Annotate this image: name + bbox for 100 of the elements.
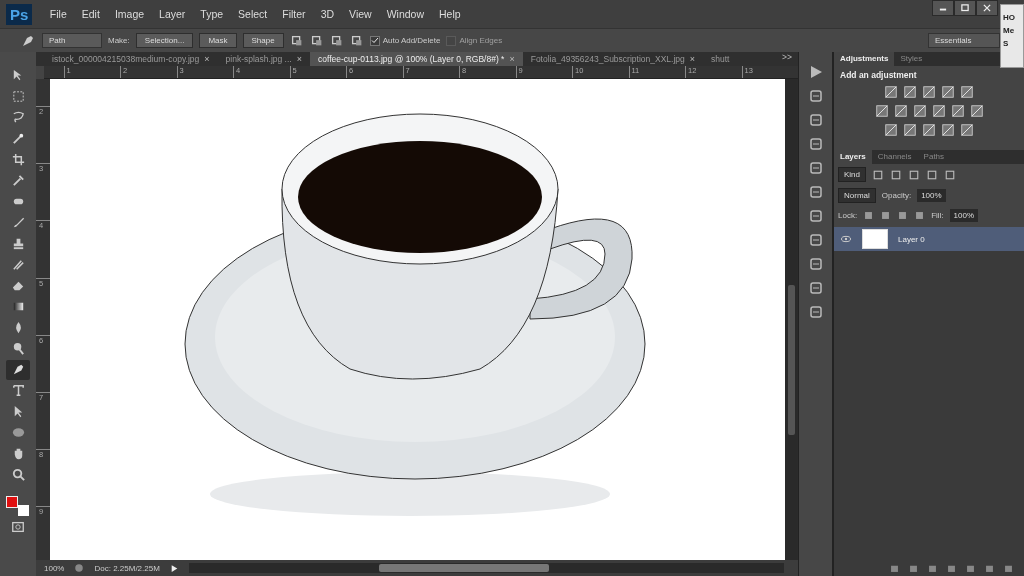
adjustment-icon[interactable] (941, 85, 955, 99)
magic-wand-icon (10, 131, 26, 147)
document-tab[interactable]: Fotolia_49356243_Subscription_XXL.jpg × (522, 52, 703, 66)
horizontal-scrollbar[interactable] (188, 563, 784, 573)
lock-option-icon[interactable] (914, 210, 926, 221)
quick-mask-icon[interactable] (11, 519, 25, 534)
adjustment-icon[interactable] (903, 123, 917, 137)
blend-mode-dropdown[interactable]: Normal (838, 188, 876, 203)
background-color-swatch[interactable] (18, 505, 29, 516)
path-arrangement-icon[interactable] (329, 33, 344, 48)
adjustment-icon[interactable] (903, 85, 917, 99)
checkbox-label: Align Edges (459, 36, 503, 45)
check-icon (370, 36, 379, 45)
adjustment-icon[interactable] (922, 85, 936, 99)
foreground-color-swatch[interactable] (6, 496, 18, 508)
zoom-level: 100% (44, 563, 65, 573)
adjustment-icon[interactable] (941, 123, 955, 137)
lock-option-icon[interactable] (863, 210, 875, 221)
maximize-icon (960, 3, 970, 13)
menu-item[interactable]: File (42, 8, 75, 20)
menu-item[interactable]: Help (431, 8, 469, 20)
adjustment-icon[interactable] (874, 104, 889, 118)
make-label: Make: (108, 36, 130, 45)
adjustment-icon[interactable] (884, 123, 898, 137)
path-alignment-icon[interactable] (309, 33, 324, 48)
fill-field[interactable]: 100% (949, 209, 979, 222)
lock-option-icon[interactable] (897, 210, 909, 221)
filter-icon[interactable] (926, 168, 938, 181)
lock-option-icon[interactable] (880, 210, 892, 221)
close-tab-icon[interactable]: × (296, 54, 302, 64)
eyedropper-icon (10, 173, 26, 189)
tabs-overflow-button[interactable]: >> (776, 52, 798, 66)
panel-tab[interactable]: Styles (894, 52, 929, 66)
checkbox-label: Auto Add/Delete (382, 36, 441, 45)
adjustment-icon[interactable] (969, 104, 984, 118)
marquee-tool-icon (10, 89, 26, 105)
checkbox[interactable] (369, 35, 380, 46)
document-size: Doc: 2.25M/2.25M (94, 563, 160, 573)
adjustment-icon[interactable] (950, 104, 965, 118)
menu-item[interactable]: Filter (274, 8, 314, 20)
layer-row[interactable]: Layer 0 (834, 227, 1024, 251)
document-tab[interactable]: istock_000004215038medium-copy.jpg × (44, 52, 218, 66)
panel-tab[interactable]: Adjustments (834, 52, 895, 66)
close-tab-icon[interactable]: × (689, 54, 695, 64)
type-icon (10, 383, 26, 399)
workspace-dropdown[interactable]: Essentials (928, 33, 1000, 48)
filter-icon[interactable] (944, 168, 956, 181)
opacity-label: Opacity: (881, 191, 912, 200)
maximize-button[interactable] (954, 0, 976, 16)
adjustment-icon[interactable] (960, 123, 974, 137)
scroll-thumb[interactable] (378, 564, 549, 572)
filter-icon[interactable] (908, 168, 920, 181)
app-logo: Ps (6, 3, 33, 25)
opacity-field[interactable]: 100% (917, 189, 946, 202)
panel-tab[interactable]: Paths (917, 150, 951, 164)
filter-icon[interactable] (890, 168, 902, 181)
window-text: Me (1003, 26, 1016, 35)
menu-item[interactable]: Type (192, 8, 231, 20)
menu-item[interactable]: Layer (151, 8, 193, 20)
path-operations-icon[interactable] (289, 33, 304, 48)
panel-tab[interactable]: Channels (871, 150, 918, 164)
filter-dropdown[interactable]: Kind (838, 167, 866, 182)
mode-dropdown[interactable]: Path (42, 33, 102, 48)
document-tab[interactable]: coffee-cup-0113.jpg @ 100% (Layer 0, RGB/8#) * × (309, 52, 523, 66)
make-button[interactable]: Selection... (135, 33, 194, 48)
menu-item[interactable]: View (341, 8, 380, 20)
window-title: HO (1003, 13, 1016, 22)
menu-item[interactable]: Image (107, 8, 152, 20)
layer-name: Layer 0 (898, 234, 925, 244)
adjustment-icon[interactable] (922, 123, 936, 137)
document-tab[interactable]: shutt (703, 52, 738, 66)
adjustment-icon[interactable] (931, 104, 946, 118)
scroll-thumb[interactable] (787, 285, 795, 435)
make-button[interactable]: Mask (199, 33, 237, 48)
close-button[interactable] (976, 0, 998, 16)
layer-thumbnail (862, 229, 888, 249)
fill-label: Fill: (931, 211, 944, 220)
panel-tab[interactable]: Layers (834, 150, 872, 164)
adjustment-icon[interactable] (912, 104, 927, 118)
close-tab-icon[interactable]: × (509, 54, 515, 64)
minimize-button[interactable] (932, 0, 954, 16)
document-tab[interactable]: pink-splash.jpg ... × (217, 52, 310, 66)
window-text: S (1003, 39, 1010, 48)
tool-button[interactable] (6, 360, 30, 380)
panel-heading: Add an adjustment (840, 70, 918, 80)
adjustment-icon[interactable] (960, 85, 974, 99)
zoom-icon (10, 467, 26, 483)
close-tab-icon[interactable]: × (204, 54, 210, 64)
adjustment-icon[interactable] (893, 104, 908, 118)
lock-label: Lock: (838, 211, 858, 220)
make-button[interactable]: Shape (242, 33, 284, 48)
filter-icon[interactable] (872, 168, 884, 181)
crop-icon (10, 152, 26, 168)
menu-item[interactable]: Select (230, 8, 275, 20)
menu-item[interactable]: 3D (313, 8, 342, 20)
adjustment-icon[interactable] (884, 85, 898, 99)
menu-item[interactable]: Edit (74, 8, 108, 20)
menu-item[interactable]: Window (379, 8, 432, 20)
play-arrow-icon[interactable] (169, 563, 179, 573)
eye-icon[interactable] (840, 233, 852, 245)
